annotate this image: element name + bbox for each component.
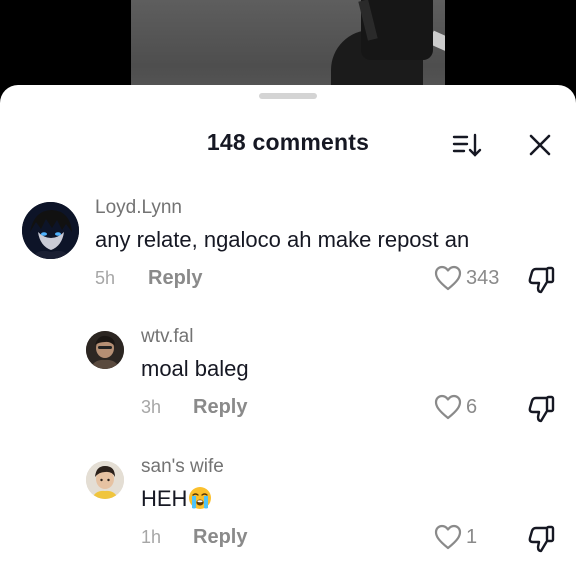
comment-text: moal baleg	[141, 356, 249, 381]
comments-sheet: 148 comments Loyd.Lynn any relate, ngalo…	[0, 85, 576, 576]
avatar[interactable]	[86, 331, 124, 369]
comment-text: HEH	[141, 486, 212, 512]
reply-button[interactable]: Reply	[193, 396, 247, 419]
avatar[interactable]	[86, 461, 124, 499]
thumbs-down-icon[interactable]	[527, 394, 557, 424]
comment-text-content: HEH	[141, 486, 188, 511]
close-icon[interactable]	[526, 131, 554, 159]
thumbs-down-icon[interactable]	[527, 524, 557, 554]
heart-outline-icon	[434, 524, 462, 550]
sort-icon[interactable]	[452, 131, 484, 159]
comment-username[interactable]: Loyd.Lynn	[95, 197, 182, 219]
reply-button[interactable]: Reply	[193, 526, 247, 549]
like-count: 1	[466, 525, 478, 548]
reply-button[interactable]: Reply	[148, 267, 202, 290]
like-count: 6	[466, 395, 478, 418]
loudly-crying-face-emoji	[189, 487, 212, 509]
comment-item: san's wife HEH 1h Reply 1	[0, 455, 576, 565]
comment-timestamp: 5h	[95, 268, 116, 288]
drag-handle[interactable]	[259, 93, 317, 99]
heart-outline-icon	[434, 265, 462, 291]
avatar[interactable]	[22, 202, 79, 259]
like-button[interactable]: 1	[434, 524, 477, 550]
comment-username[interactable]: wtv.fal	[141, 326, 193, 348]
comment-item: wtv.fal moal baleg 3h Reply 6	[0, 325, 576, 435]
comments-count-title: 148 comments	[206, 129, 370, 155]
like-button[interactable]: 343	[434, 265, 499, 291]
like-count: 343	[466, 266, 500, 289]
comment-item: Loyd.Lynn any relate, ngaloco ah make re…	[0, 195, 576, 305]
thumbs-down-icon[interactable]	[527, 265, 557, 295]
comment-timestamp: 1h	[141, 527, 162, 547]
like-button[interactable]: 6	[434, 394, 477, 420]
comment-timestamp: 3h	[141, 397, 162, 417]
comment-username[interactable]: san's wife	[141, 456, 224, 478]
comment-text: any relate, ngaloco ah make repost an	[95, 227, 470, 252]
heart-outline-icon	[434, 394, 462, 420]
